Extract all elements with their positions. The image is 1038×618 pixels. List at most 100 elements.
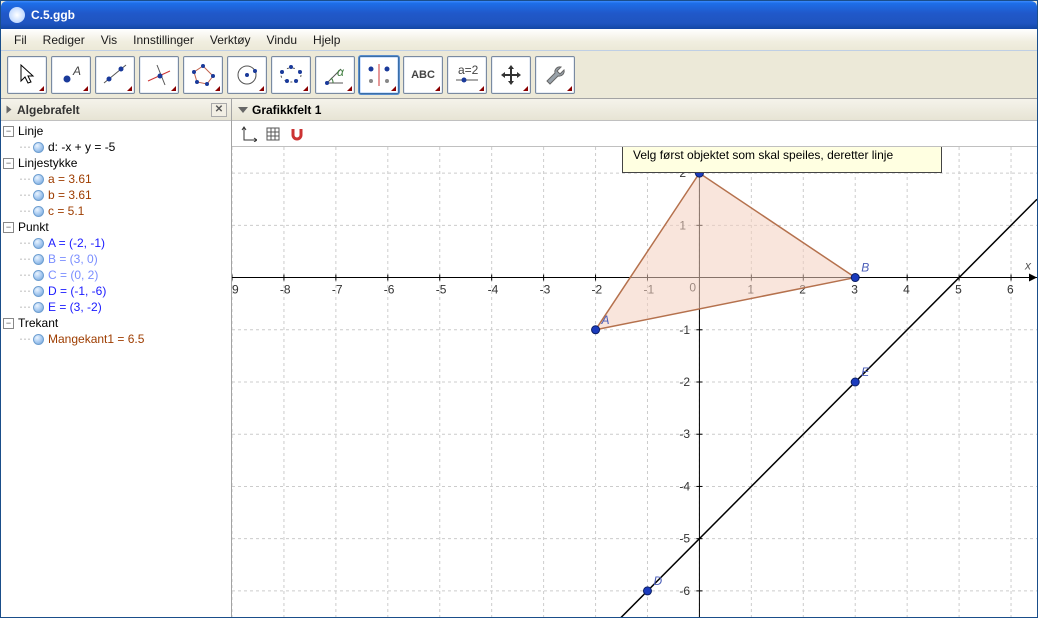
svg-text:5: 5 (955, 283, 962, 297)
grid-toggle-button[interactable] (262, 124, 284, 144)
svg-text:-2: -2 (679, 375, 690, 389)
object-ball-icon[interactable] (33, 174, 44, 185)
polygon-icon (189, 61, 217, 89)
arrow-cursor-icon (17, 63, 37, 87)
tool-perpendicular[interactable] (139, 56, 179, 94)
graphics-header[interactable]: Grafikkfelt 1 (232, 99, 1037, 121)
object-ball-icon[interactable] (33, 142, 44, 153)
expand-icon[interactable]: − (3, 126, 14, 137)
svg-text:-7: -7 (332, 283, 343, 297)
svg-text:B: B (861, 261, 869, 275)
menu-hjelp[interactable]: Hjelp (306, 31, 347, 49)
tool-move-view[interactable] (491, 56, 531, 94)
grid-icon (265, 126, 281, 142)
window-title: C.5.ggb (31, 8, 75, 22)
svg-text:-3: -3 (540, 283, 551, 297)
svg-text:A: A (72, 64, 81, 78)
algebra-title: Algebrafelt (17, 103, 80, 117)
svg-text:-4: -4 (488, 283, 499, 297)
app-window: C.5.ggb Fil Rediger Vis Innstillinger Ve… (0, 0, 1038, 618)
tool-polygon[interactable] (183, 56, 223, 94)
tool-circle[interactable] (227, 56, 267, 94)
expand-icon[interactable]: − (3, 318, 14, 329)
text-icon: ABC (411, 69, 435, 81)
graphics-view: Grafikkfelt 1 Speil objekt om linje Velg… (232, 99, 1037, 617)
tool-line[interactable] (95, 56, 135, 94)
menu-vis[interactable]: Vis (94, 31, 124, 49)
object-ball-icon[interactable] (33, 190, 44, 201)
plot-canvas[interactable]: xy-9-8-7-6-5-4-3-2-10123456-6-5-4-3-2-11… (232, 147, 1037, 617)
circle-icon (233, 61, 261, 89)
menu-fil[interactable]: Fil (7, 31, 34, 49)
svg-text:D: D (653, 574, 662, 588)
object-ball-icon[interactable] (33, 286, 44, 297)
reflect-icon (365, 61, 393, 89)
object-ball-icon[interactable] (33, 270, 44, 281)
menu-innstillinger[interactable]: Innstillinger (126, 31, 201, 49)
tool-custom[interactable] (535, 56, 575, 94)
group-segment[interactable]: Linjestykke (18, 156, 77, 170)
svg-text:-9: -9 (232, 283, 239, 297)
point-icon: A (59, 63, 83, 87)
group-triangle[interactable]: Trekant (18, 316, 58, 330)
snap-button[interactable] (286, 124, 308, 144)
object-ball-icon[interactable] (33, 254, 44, 265)
expand-icon[interactable]: − (3, 158, 14, 169)
item-point-B[interactable]: B = (3, 0) (48, 252, 98, 266)
close-pane-button[interactable]: ✕ (211, 103, 227, 117)
stylebar-menu[interactable] (310, 124, 322, 144)
svg-text:-3: -3 (679, 427, 690, 441)
item-line-d[interactable]: d: -x + y = -5 (48, 140, 115, 154)
item-segment-b[interactable]: b = 3.61 (48, 188, 92, 202)
perp-line-icon (145, 61, 173, 89)
tool-point[interactable]: A (51, 56, 91, 94)
svg-text:-8: -8 (280, 283, 291, 297)
item-point-C[interactable]: C = (0, 2) (48, 268, 98, 282)
object-ball-icon[interactable] (33, 206, 44, 217)
item-point-D[interactable]: D = (-1, -6) (48, 284, 106, 298)
group-point[interactable]: Punkt (18, 220, 49, 234)
item-point-E[interactable]: E = (3, -2) (48, 300, 102, 314)
axes-icon (241, 126, 257, 142)
tool-angle[interactable]: α (315, 56, 355, 94)
menu-rediger[interactable]: Rediger (36, 31, 92, 49)
svg-text:-1: -1 (679, 323, 690, 337)
svg-text:6: 6 (1007, 283, 1014, 297)
algebra-view: Algebrafelt ✕ −Linje ⋯d: -x + y = -5 −Li… (1, 99, 232, 617)
group-line[interactable]: Linje (18, 124, 43, 138)
svg-text:-5: -5 (679, 532, 690, 546)
object-ball-icon[interactable] (33, 238, 44, 249)
conic-icon (277, 61, 305, 89)
item-segment-c[interactable]: c = 5.1 (48, 204, 84, 218)
plot-area[interactable]: Speil objekt om linje Velg først objekte… (232, 147, 1037, 617)
algebra-header[interactable]: Algebrafelt ✕ (1, 99, 231, 121)
tool-slider[interactable]: a=2 (447, 56, 487, 94)
svg-text:3: 3 (851, 283, 858, 297)
tool-reflect[interactable] (359, 56, 399, 94)
tool-conic[interactable] (271, 56, 311, 94)
item-poly[interactable]: Mangekant1 = 6.5 (48, 332, 144, 346)
menu-vindu[interactable]: Vindu (260, 31, 304, 49)
tool-move[interactable] (7, 56, 47, 94)
dropdown-icon (238, 107, 248, 113)
svg-text:-6: -6 (384, 283, 395, 297)
tooltip-body: Velg først objektet som skal speiles, de… (633, 148, 893, 162)
axes-toggle-button[interactable] (238, 124, 260, 144)
svg-text:A: A (601, 313, 610, 327)
wrench-icon (543, 63, 567, 87)
item-segment-a[interactable]: a = 3.61 (48, 172, 92, 186)
svg-text:a=2: a=2 (458, 64, 479, 77)
svg-text:x: x (1024, 259, 1032, 273)
tool-text[interactable]: ABC (403, 56, 443, 94)
graphics-stylebar (232, 121, 1037, 147)
titlebar[interactable]: C.5.ggb (1, 1, 1037, 29)
expand-icon[interactable]: − (3, 222, 14, 233)
item-point-A[interactable]: A = (-2, -1) (48, 236, 105, 250)
tool-tooltip: Speil objekt om linje Velg først objekte… (622, 147, 942, 173)
svg-text:E: E (861, 365, 870, 379)
object-ball-icon[interactable] (33, 302, 44, 313)
object-ball-icon[interactable] (33, 334, 44, 345)
svg-text:α: α (337, 65, 345, 79)
menu-verktoy[interactable]: Verktøy (203, 31, 258, 49)
menubar: Fil Rediger Vis Innstillinger Verktøy Vi… (1, 29, 1037, 51)
